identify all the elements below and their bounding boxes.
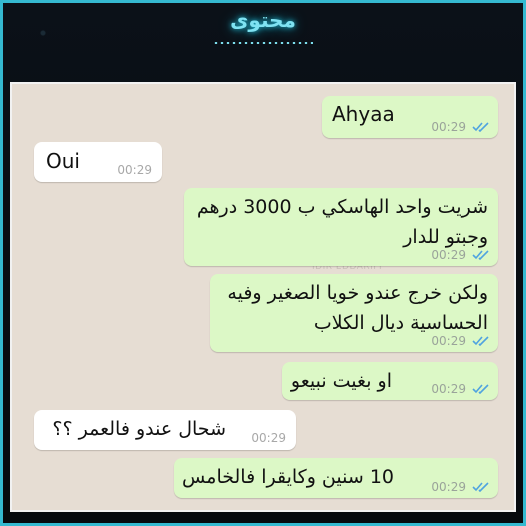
message-time: 00:29 — [117, 163, 152, 177]
message-bubble-incoming[interactable]: Oui 00:29 — [34, 142, 162, 182]
brand-logo: محتوى — [230, 8, 296, 32]
message-bubble-outgoing[interactable]: او بغيت نبيعو 00:29 — [282, 362, 498, 400]
brand-underline — [213, 42, 313, 44]
message-meta: 00:29 — [431, 334, 490, 348]
double-check-icon — [472, 122, 489, 132]
message-meta: 00:29 — [431, 120, 490, 134]
message-text: شريت واحد الهاسكي ب 3000 درهم وجبتو للدا… — [196, 196, 488, 248]
message-meta: 00:29 — [251, 431, 286, 445]
message-bubble-incoming[interactable]: شحال عندو فالعمر ؟؟ 00:29 — [34, 410, 296, 450]
message-time: 00:29 — [251, 431, 286, 445]
message-time: 00:29 — [431, 120, 466, 134]
double-check-icon — [472, 384, 489, 394]
message-text: Oui — [46, 149, 80, 173]
message-time: 00:29 — [431, 248, 466, 262]
message-bubble-outgoing[interactable]: شريت واحد الهاسكي ب 3000 درهم وجبتو للدا… — [184, 188, 498, 266]
message-text: شحال عندو فالعمر ؟؟ — [52, 418, 226, 440]
message-meta: 00:29 — [117, 163, 152, 177]
message-meta: 00:29 — [431, 480, 490, 494]
message-bubble-outgoing[interactable]: 10 سنين وكايقرا فالخامس 00:29 — [174, 458, 498, 498]
message-bubble-outgoing[interactable]: Ahyaa 00:29 — [322, 96, 498, 138]
message-time: 00:29 — [431, 382, 466, 396]
message-time: 00:29 — [431, 334, 466, 348]
message-meta: 00:29 — [431, 382, 490, 396]
double-check-icon — [472, 250, 489, 260]
message-text: Ahyaa — [332, 102, 395, 126]
message-text: او بغيت نبيعو — [290, 370, 392, 392]
message-time: 00:29 — [431, 480, 466, 494]
chat-area[interactable]: IDIR EDDARIFI Ahyaa 00:29 Oui 00:29 شريت… — [10, 82, 516, 512]
message-meta: 00:29 — [431, 248, 490, 262]
header: محتوى — [0, 0, 526, 76]
message-bubble-outgoing[interactable]: ولكن خرج عندو خويا الصغير وفيه الحساسية … — [210, 274, 498, 352]
message-text: ولكن خرج عندو خويا الصغير وفيه الحساسية … — [227, 282, 488, 334]
double-check-icon — [472, 482, 489, 492]
double-check-icon — [472, 336, 489, 346]
message-text: 10 سنين وكايقرا فالخامس — [182, 466, 394, 488]
